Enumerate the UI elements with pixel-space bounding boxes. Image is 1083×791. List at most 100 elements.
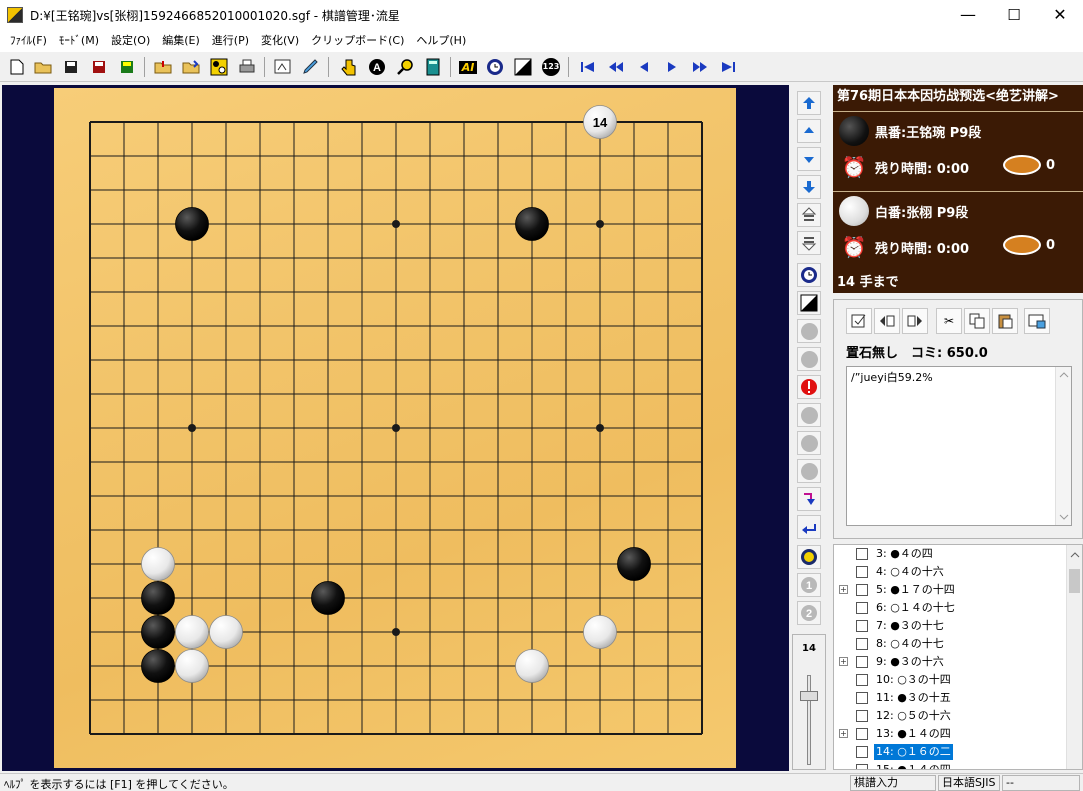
black-stone[interactable]: [175, 207, 209, 241]
minimize-button[interactable]: —: [945, 0, 991, 30]
comment-textarea[interactable]: /”jueyi白59.2%: [846, 366, 1072, 526]
calculator-icon[interactable]: [422, 56, 444, 78]
move-tree-item[interactable]: 15: ●１４の四: [834, 761, 1066, 769]
move-slider-thumb[interactable]: [800, 691, 818, 701]
move-checkbox[interactable]: [856, 602, 868, 614]
move-checkbox[interactable]: [856, 566, 868, 578]
move-tree-item[interactable]: 8: ○４の十七: [834, 635, 1066, 653]
comment-scrollbar[interactable]: [1055, 367, 1071, 525]
move-checkbox[interactable]: [856, 620, 868, 632]
app-icon[interactable]: [7, 7, 23, 23]
move-tree-item[interactable]: 6: ○１４の十七: [834, 599, 1066, 617]
white-stone[interactable]: [583, 615, 617, 649]
move-tree-scroll-thumb[interactable]: [1069, 569, 1080, 593]
menu-file[interactable]: ﾌｧｲﾙ(F): [4, 30, 53, 52]
gray-circle-icon[interactable]: [797, 319, 821, 343]
move-checkbox[interactable]: [856, 674, 868, 686]
move-checkbox[interactable]: [856, 728, 868, 740]
variation-up-icon[interactable]: [797, 119, 821, 143]
move-tree-item[interactable]: 11: ●３の十五: [834, 689, 1066, 707]
move-checkbox[interactable]: [856, 548, 868, 560]
back-one-icon[interactable]: [633, 56, 655, 78]
clock-icon[interactable]: [484, 56, 506, 78]
gray-circle-icon[interactable]: [797, 403, 821, 427]
go-board[interactable]: 14: [54, 88, 736, 768]
last-move-icon[interactable]: [717, 56, 739, 78]
ai-analysis-button[interactable]: AI: [456, 56, 480, 78]
move-slider-track[interactable]: [807, 675, 811, 765]
import-icon[interactable]: [152, 56, 174, 78]
menu-edit[interactable]: 編集(E): [156, 30, 206, 52]
move-tree-item[interactable]: +13: ●１４の四: [834, 725, 1066, 743]
cut-icon[interactable]: ✂: [936, 308, 962, 334]
comment-next-icon[interactable]: [902, 308, 928, 334]
print-icon[interactable]: [236, 56, 258, 78]
gray-circle-icon[interactable]: [797, 459, 821, 483]
alert-icon[interactable]: [797, 375, 821, 399]
menu-settings[interactable]: 設定(O): [105, 30, 156, 52]
save-all-icon[interactable]: [116, 56, 138, 78]
comment-edit-icon[interactable]: [846, 308, 872, 334]
move-checkbox[interactable]: [856, 656, 868, 668]
comment-settings-icon[interactable]: [1024, 308, 1050, 334]
expand-icon[interactable]: +: [839, 657, 848, 666]
menu-variation[interactable]: 変化(V): [255, 30, 305, 52]
forward-one-icon[interactable]: [661, 56, 683, 78]
move-numbers-button[interactable]: 123: [540, 56, 562, 78]
black-stone[interactable]: [141, 649, 175, 683]
branch-up-icon[interactable]: [797, 203, 821, 227]
move-checkbox[interactable]: [856, 746, 868, 758]
timer-icon[interactable]: [797, 263, 821, 287]
jump-down-icon[interactable]: [797, 487, 821, 511]
hand-pointer-icon[interactable]: [338, 56, 360, 78]
move-tree-item[interactable]: 4: ○４の十六: [834, 563, 1066, 581]
gray-circle-icon[interactable]: [797, 431, 821, 455]
menu-mode[interactable]: ﾓｰﾄﾞ(M): [53, 30, 105, 52]
menu-help[interactable]: ヘルプ(H): [410, 30, 472, 52]
return-icon[interactable]: [797, 515, 821, 539]
black-white-toggle-icon[interactable]: [512, 56, 534, 78]
back-ten-icon[interactable]: [605, 56, 627, 78]
black-stone[interactable]: [311, 581, 345, 615]
export-icon[interactable]: [180, 56, 202, 78]
edit-pen-icon[interactable]: [300, 56, 322, 78]
new-file-icon[interactable]: [6, 56, 28, 78]
save-as-icon[interactable]: [88, 56, 110, 78]
forward-ten-icon[interactable]: [689, 56, 711, 78]
black-stone[interactable]: [141, 615, 175, 649]
save-icon[interactable]: [60, 56, 82, 78]
close-button[interactable]: ✕: [1037, 0, 1083, 30]
move-tree-item[interactable]: +5: ●１７の十四: [834, 581, 1066, 599]
black-stone[interactable]: [617, 547, 651, 581]
white-stone[interactable]: [175, 649, 209, 683]
move-checkbox[interactable]: [856, 764, 868, 769]
menu-clipboard[interactable]: クリップボード(C): [305, 30, 410, 52]
annotation-a-icon[interactable]: A: [366, 56, 388, 78]
white-stone[interactable]: [141, 547, 175, 581]
two-circle-icon[interactable]: 2: [797, 601, 821, 625]
move-checkbox[interactable]: [856, 710, 868, 722]
move-tree-item[interactable]: 14: ○１６の二: [834, 743, 1066, 761]
move-tree-item[interactable]: 10: ○３の十四: [834, 671, 1066, 689]
variation-up-fast-icon[interactable]: [797, 91, 821, 115]
comment-prev-icon[interactable]: [874, 308, 900, 334]
move-tree-scrollbar[interactable]: [1066, 545, 1082, 769]
expand-icon[interactable]: +: [839, 585, 848, 594]
white-stone[interactable]: [175, 615, 209, 649]
open-folder-icon[interactable]: [32, 56, 54, 78]
move-tree-item[interactable]: 7: ●３の十七: [834, 617, 1066, 635]
menu-progress[interactable]: 進行(P): [206, 30, 255, 52]
move-tree-item[interactable]: 3: ●４の四: [834, 545, 1066, 563]
paste-icon[interactable]: [992, 308, 1018, 334]
variation-down-fast-icon[interactable]: [797, 175, 821, 199]
board-grid[interactable]: 14: [54, 88, 736, 768]
search-icon[interactable]: [394, 56, 416, 78]
white-stone[interactable]: [209, 615, 243, 649]
color-swap-icon[interactable]: [797, 291, 821, 315]
one-circle-icon[interactable]: 1: [797, 573, 821, 597]
auto-play-icon[interactable]: [797, 545, 821, 569]
move-checkbox[interactable]: [856, 638, 868, 650]
move-tree-item[interactable]: 12: ○５の十六: [834, 707, 1066, 725]
move-checkbox[interactable]: [856, 692, 868, 704]
gray-circle-icon[interactable]: [797, 347, 821, 371]
